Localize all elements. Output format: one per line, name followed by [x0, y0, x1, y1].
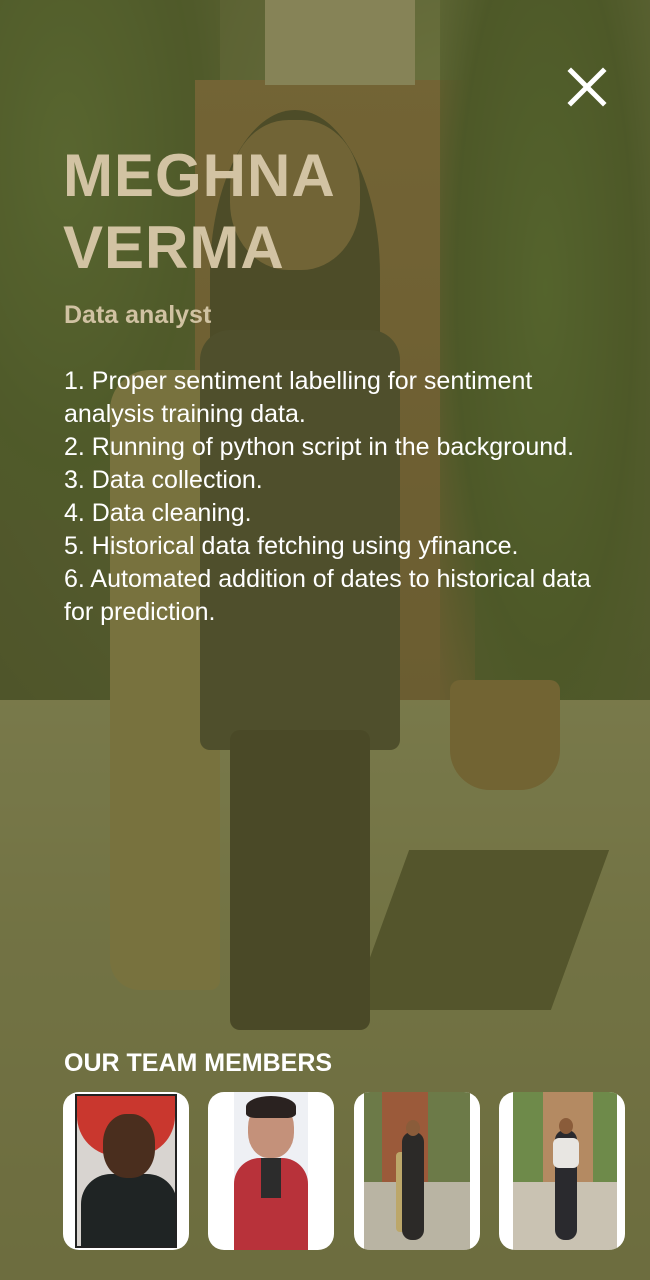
member-role: Data analyst — [64, 301, 212, 329]
member-name-last: VERMA — [63, 214, 285, 281]
member-photo — [234, 1092, 308, 1250]
team-member-card-4[interactable] — [499, 1092, 625, 1250]
member-name-first: MEGHNA — [63, 142, 336, 209]
task-item: 3. Data collection. — [64, 466, 263, 494]
team-member-card-3[interactable] — [354, 1092, 480, 1250]
task-item: 2. Running of python script in the backg… — [64, 433, 575, 461]
task-item: 4. Data cleaning. — [64, 499, 252, 527]
member-photo — [513, 1092, 617, 1250]
team-heading: OUR TEAM MEMBERS — [64, 1049, 333, 1077]
task-item: 5. Historical data fetching using yfinan… — [64, 532, 519, 560]
close-button[interactable] — [563, 63, 611, 111]
team-member-card-1[interactable] — [63, 1092, 189, 1250]
team-member-card-2[interactable] — [208, 1092, 334, 1250]
member-photo — [364, 1092, 470, 1250]
task-item: 1. Proper sentiment labelling for sentim… — [64, 367, 533, 428]
team-carousel[interactable] — [63, 1092, 650, 1250]
profile-screen: MEGHNA VERMA Data analyst 1. Proper sent… — [0, 0, 650, 1280]
close-icon — [567, 67, 607, 107]
member-name: MEGHNA VERMA — [63, 140, 543, 284]
task-list: 1. Proper sentiment labelling for sentim… — [64, 365, 624, 629]
member-photo — [75, 1094, 177, 1248]
task-item: 6. Automated addition of dates to histor… — [64, 565, 591, 626]
